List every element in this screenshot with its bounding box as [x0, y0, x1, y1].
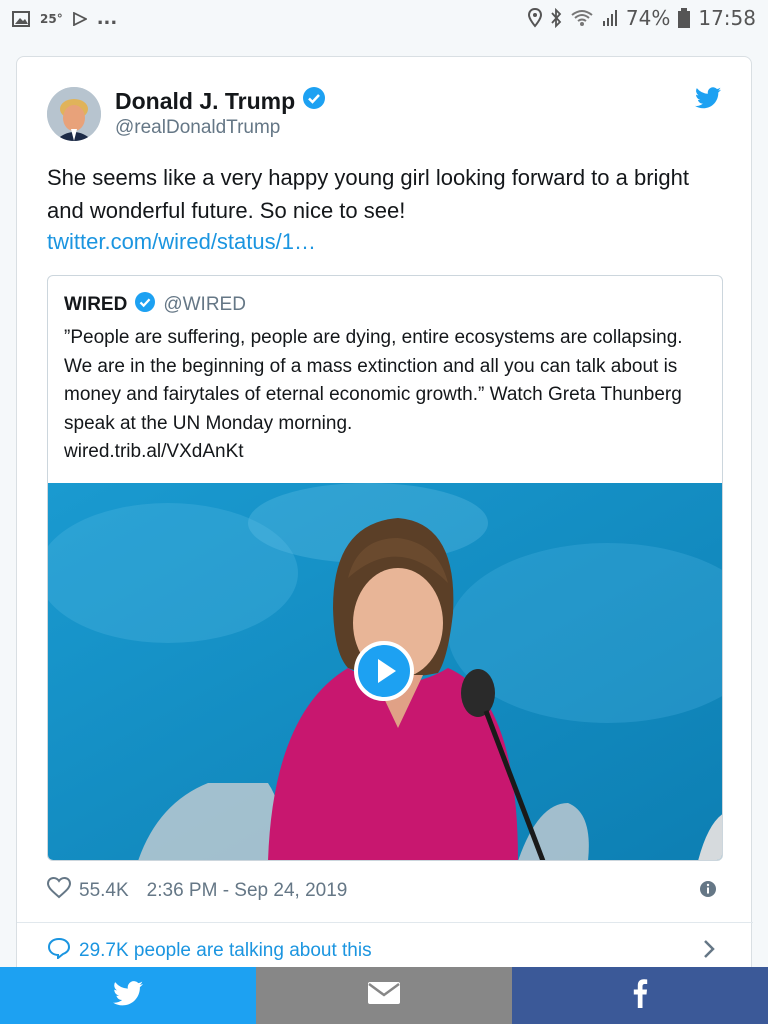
temperature-text: 25° — [40, 11, 63, 26]
status-bar: 25° ... 74% 17:58 — [0, 0, 768, 38]
quote-author-name: WIRED — [64, 294, 128, 315]
share-mail-button[interactable] — [256, 967, 512, 1024]
tweet-timestamp[interactable]: 2:36 PM - Sep 24, 2019 — [147, 880, 348, 902]
twitter-bird-icon[interactable] — [695, 87, 721, 114]
play-button[interactable] — [354, 641, 414, 701]
tweet-card[interactable]: Donald J. Trump @realDonaldTrump She see… — [16, 56, 753, 986]
tweet-meta: 55.4K 2:36 PM - Sep 24, 2019 — [46, 876, 348, 905]
divider — [17, 922, 753, 923]
author-handle[interactable]: @realDonaldTrump — [115, 117, 280, 139]
share-twitter-button[interactable] — [0, 967, 256, 1024]
quote-text: ”People are suffering, people are dying,… — [64, 324, 714, 467]
share-facebook-button[interactable] — [512, 967, 768, 1024]
battery-percent-text: 74% — [625, 6, 671, 30]
location-icon — [527, 8, 542, 28]
wifi-icon — [570, 9, 594, 27]
signal-icon — [602, 9, 618, 27]
verified-badge-icon — [135, 292, 156, 318]
avatar[interactable] — [47, 87, 101, 141]
like-count[interactable]: 55.4K — [79, 880, 129, 902]
author-name-row[interactable]: Donald J. Trump — [115, 87, 326, 115]
tweet-text: She seems like a very happy young girl l… — [47, 165, 690, 223]
twitter-bird-icon — [113, 980, 143, 1011]
quote-header: WIRED @WIRED — [64, 292, 246, 318]
bluetooth-icon — [550, 8, 562, 28]
author-name[interactable]: Donald J. Trump — [115, 88, 295, 115]
share-bar — [0, 967, 768, 1024]
comment-bubble-icon — [47, 937, 71, 965]
clock-text: 17:58 — [698, 6, 756, 30]
battery-icon — [678, 8, 691, 28]
facebook-icon — [632, 978, 648, 1013]
heart-icon[interactable] — [46, 876, 72, 905]
conversation-row[interactable]: 29.7K people are talking about this — [47, 937, 372, 965]
video-thumbnail[interactable] — [48, 483, 722, 860]
verified-badge-icon — [303, 87, 326, 115]
quote-link[interactable]: wired.trib.al/VXdAnKt — [64, 441, 244, 462]
play-store-notification-icon — [72, 11, 87, 26]
gallery-notification-icon — [12, 10, 30, 27]
quoted-tweet[interactable]: WIRED @WIRED ”People are suffering, peop… — [47, 275, 723, 861]
quote-body: ”People are suffering, people are dying,… — [64, 327, 683, 434]
info-icon[interactable] — [699, 880, 717, 903]
mail-icon — [367, 981, 401, 1010]
quote-author-handle: @WIRED — [163, 294, 246, 315]
more-notifications-text: ... — [96, 8, 118, 29]
conversation-text[interactable]: 29.7K people are talking about this — [79, 940, 372, 962]
chevron-right-icon[interactable] — [703, 939, 715, 964]
tweet-link[interactable]: twitter.com/wired/status/1… — [47, 229, 316, 255]
